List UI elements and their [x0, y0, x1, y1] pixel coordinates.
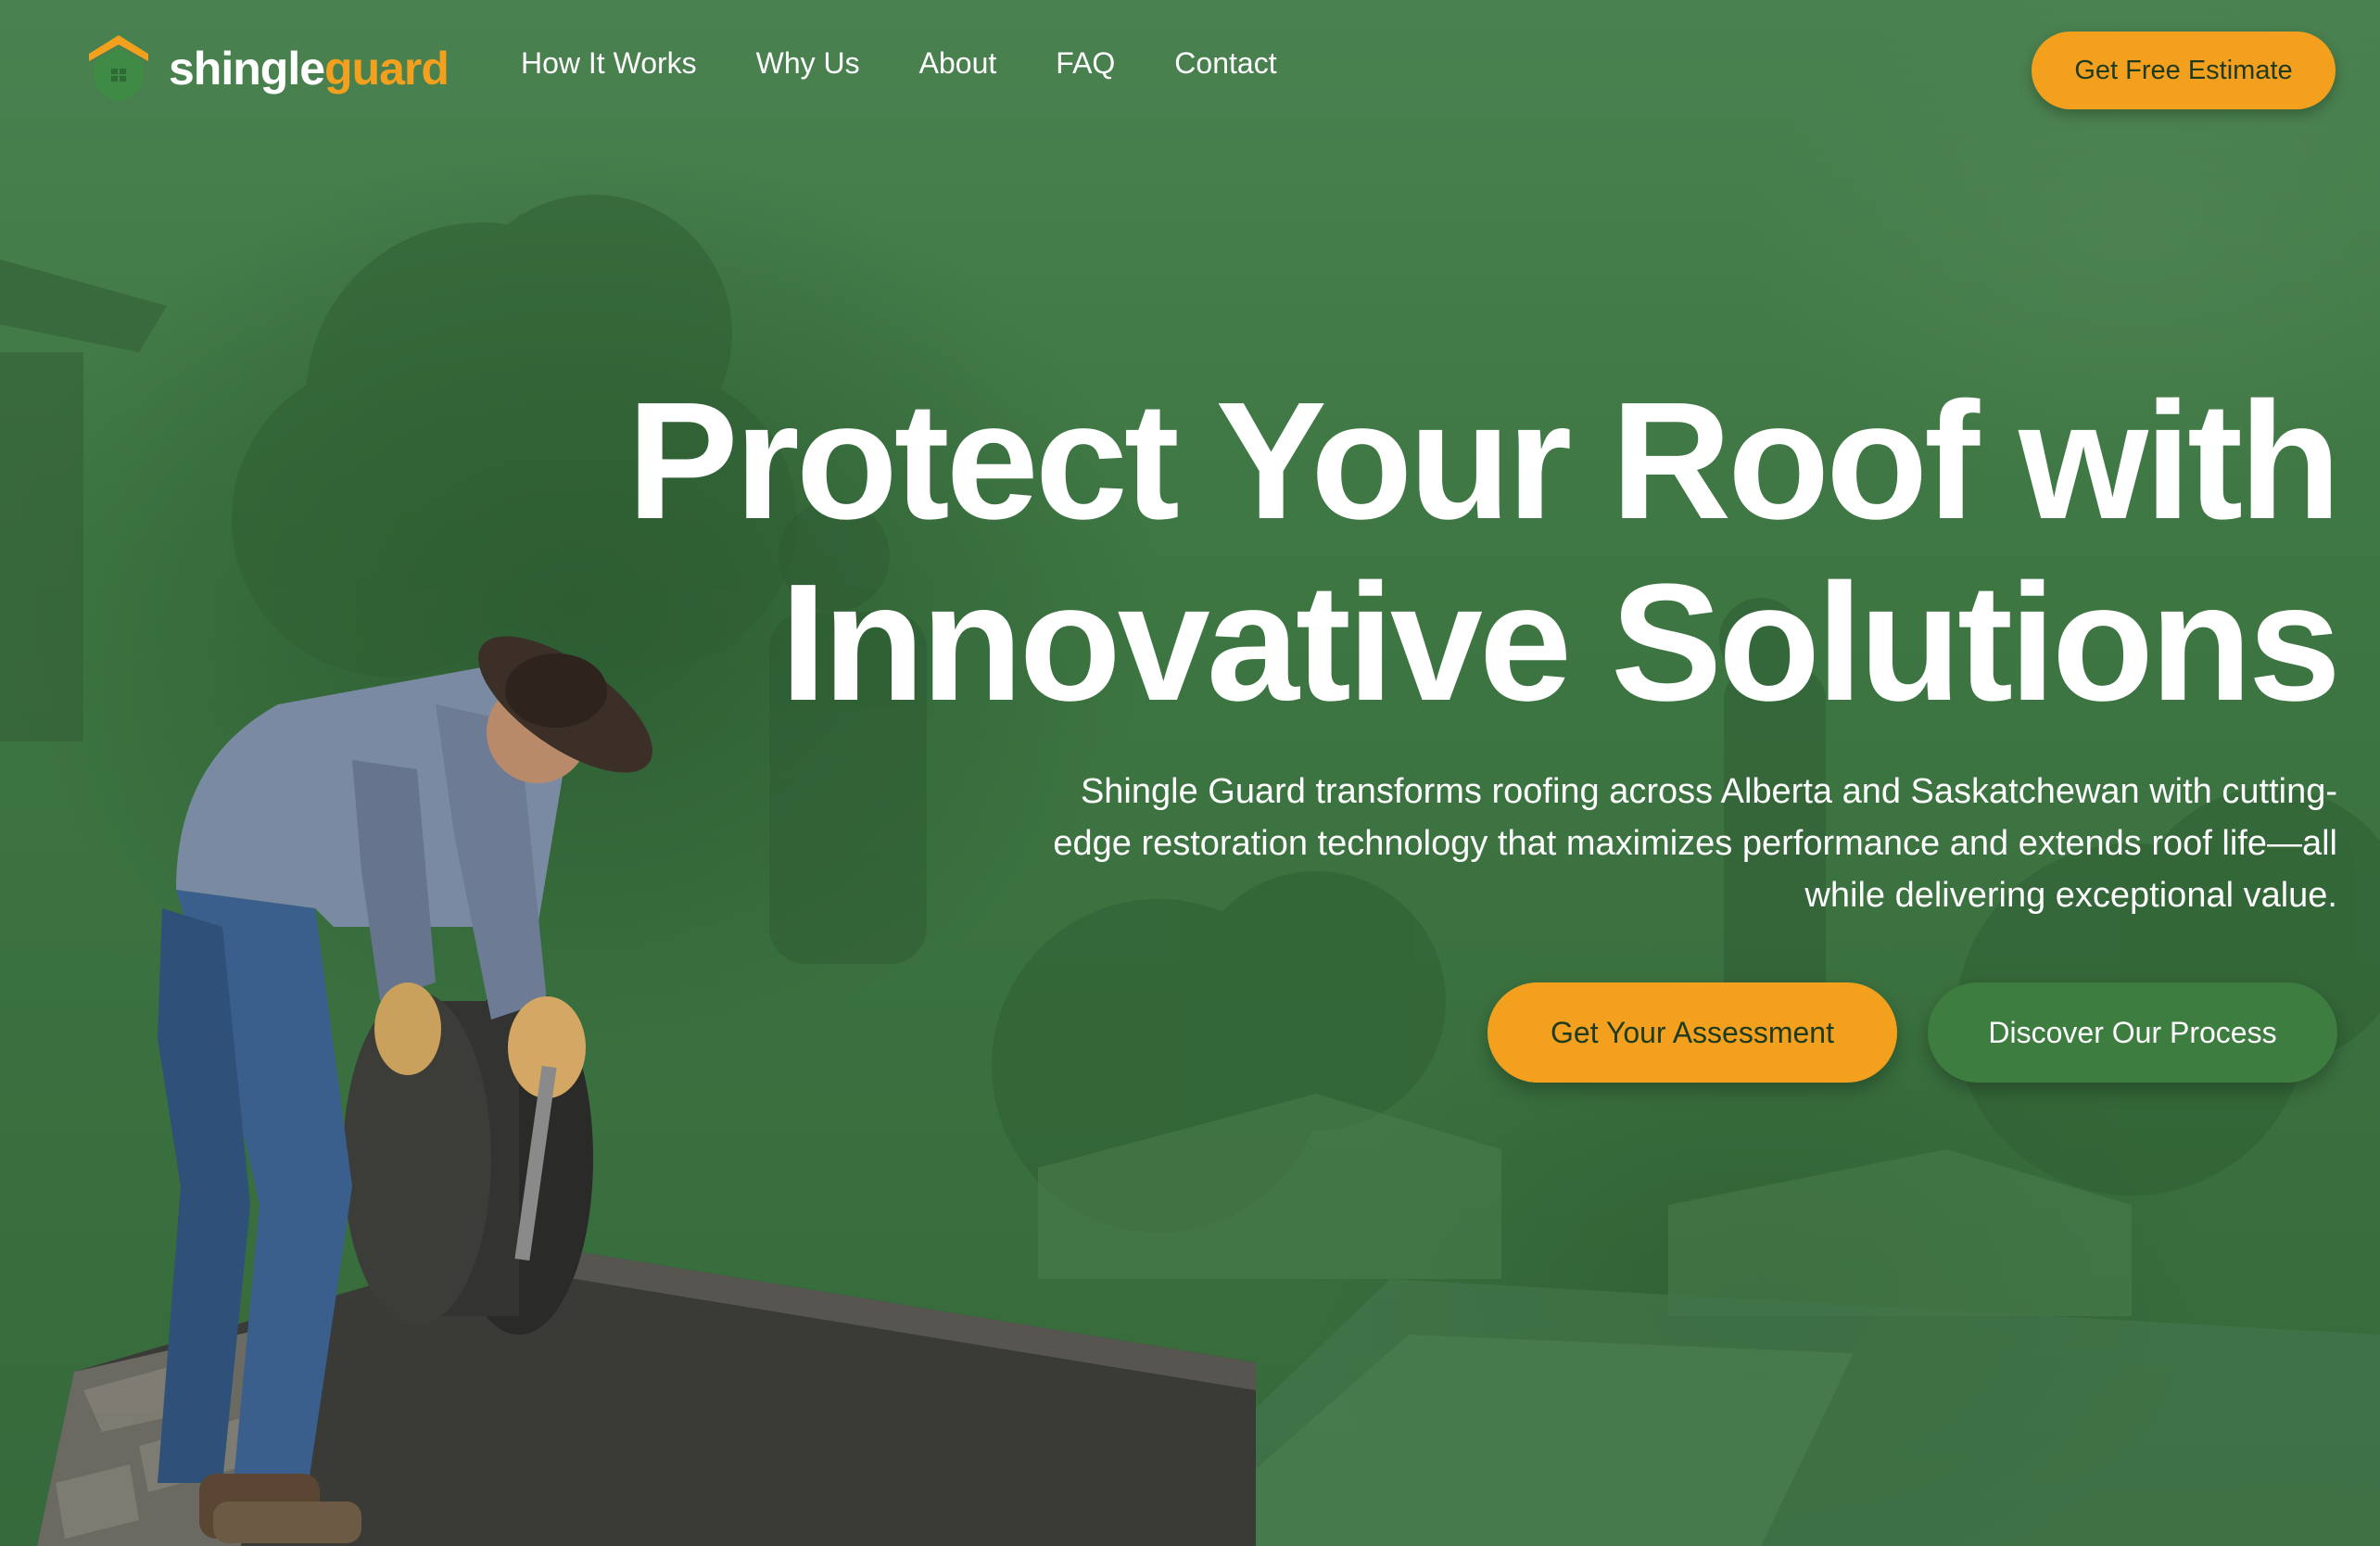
brand-name: shingleguard: [169, 42, 449, 95]
hero-section: shingleguard How It Works Why Us About F…: [0, 0, 2380, 1546]
nav-item-faq[interactable]: FAQ: [1056, 46, 1115, 81]
house-shield-icon: [89, 35, 148, 102]
discover-process-button[interactable]: Discover Our Process: [1928, 982, 2337, 1083]
brand-logo[interactable]: shingleguard: [87, 32, 449, 106]
nav-item-how-it-works[interactable]: How It Works: [521, 46, 697, 81]
get-assessment-button[interactable]: Get Your Assessment: [1488, 982, 1897, 1083]
nav-item-contact[interactable]: Contact: [1174, 46, 1276, 81]
brand-name-part1: shingle: [169, 43, 325, 95]
get-free-estimate-button[interactable]: Get Free Estimate: [2032, 32, 2336, 109]
brand-name-part2: guard: [324, 43, 449, 95]
nav-item-about[interactable]: About: [919, 46, 997, 81]
hero-title-line1: Protect Your Roof with: [627, 368, 2341, 554]
hero-subtitle: Shingle Guard transforms roofing across …: [1053, 772, 2337, 915]
hero-title: Protect Your Roof with Innovative Soluti…: [576, 368, 2341, 736]
hero-title-line2: Innovative Solutions: [779, 550, 2341, 736]
nav-item-why-us[interactable]: Why Us: [756, 46, 860, 81]
main-nav: How It Works Why Us About FAQ Contact: [521, 46, 1277, 81]
